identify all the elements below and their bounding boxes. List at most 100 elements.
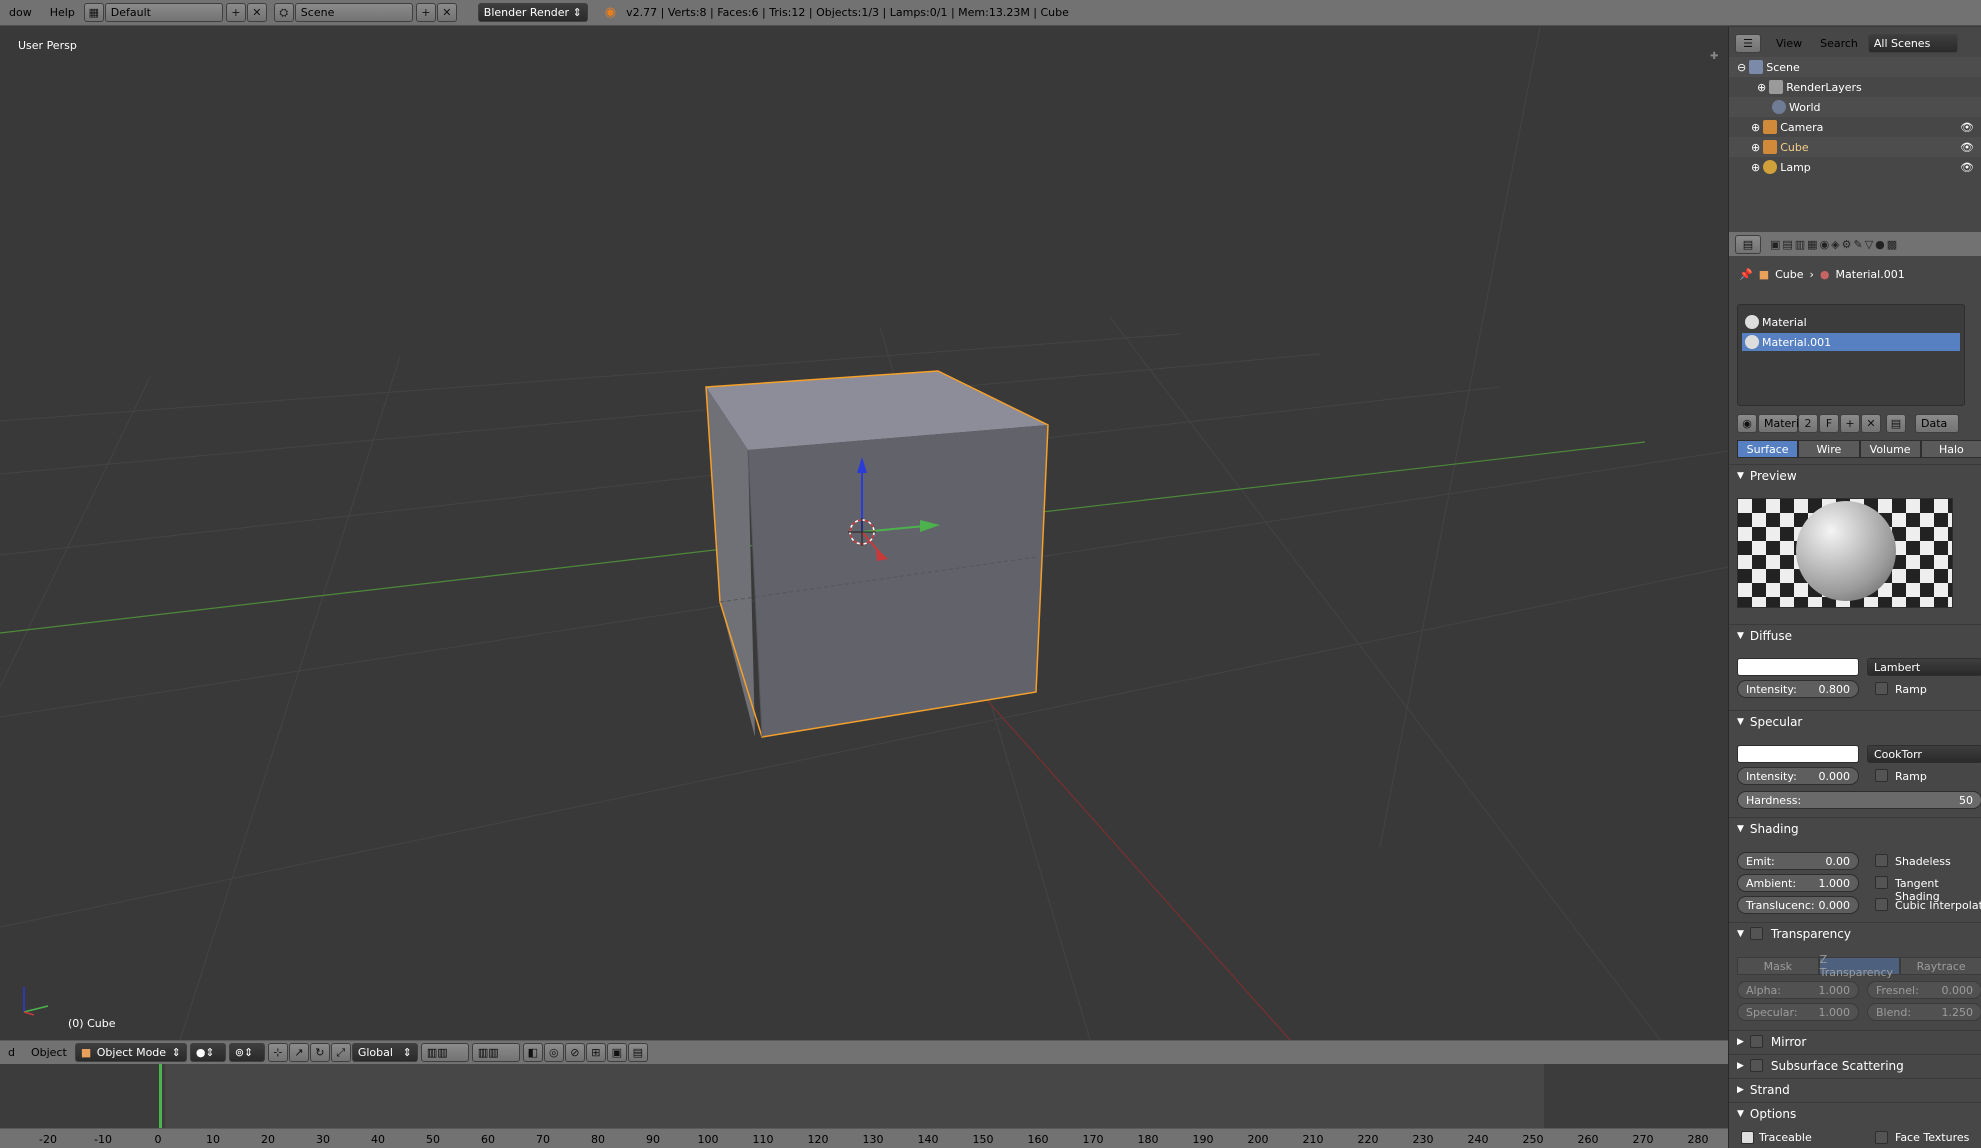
- menu-help[interactable]: Help: [41, 6, 84, 19]
- outliner-item-scene[interactable]: ⊖ Scene: [1729, 57, 1981, 77]
- panel-specular[interactable]: ▼ Specular: [1729, 710, 1981, 732]
- tangent-shading-checkbox[interactable]: [1875, 876, 1888, 889]
- specular-ramp-checkbox[interactable]: [1875, 769, 1888, 782]
- diffuse-shader-select[interactable]: Lambert: [1867, 658, 1981, 676]
- fake-user-toggle[interactable]: F: [1819, 414, 1839, 433]
- material-name-field[interactable]: Materi: [1758, 414, 1799, 433]
- shading-select[interactable]: ● ⇕: [189, 1043, 226, 1062]
- editor-type-icon[interactable]: ☰: [1735, 33, 1761, 53]
- panel-options[interactable]: ▼ Options: [1729, 1102, 1981, 1124]
- rotate-icon[interactable]: ↻: [309, 1043, 330, 1062]
- remove-layout-icon[interactable]: ✕: [246, 3, 267, 22]
- blend-slider[interactable]: Blend: 1.250: [1867, 1003, 1981, 1021]
- outliner-item-camera[interactable]: ⊕ Camera 👁: [1729, 117, 1981, 137]
- expand-icon[interactable]: ⊕: [1751, 141, 1760, 154]
- outliner-item-cube[interactable]: ⊕ Cube 👁: [1729, 137, 1981, 157]
- diffuse-color-swatch[interactable]: [1737, 658, 1859, 676]
- timeline-editor[interactable]: -20 -10 0 10 20 30 40 50 60 70 80 90 100 110 120 130 140…: [0, 1064, 1728, 1148]
- hardness-slider[interactable]: Hardness: 50: [1737, 791, 1981, 809]
- orientation-select[interactable]: Global ⇕: [351, 1043, 418, 1062]
- browse-material-icon[interactable]: ◉: [1737, 414, 1757, 433]
- render-anim-icon[interactable]: ▤: [627, 1043, 648, 1062]
- mode-raytrace[interactable]: Raytrace: [1900, 957, 1981, 975]
- outliner-item-lamp[interactable]: ⊕ Lamp 👁: [1729, 157, 1981, 177]
- lock-layers-icon[interactable]: ◧: [522, 1043, 543, 1062]
- emit-slider[interactable]: Emit: 0.00: [1737, 852, 1859, 870]
- scene-icon[interactable]: ⛭: [273, 3, 294, 22]
- specular-shader-select[interactable]: CookTorr: [1867, 745, 1981, 763]
- panel-strand[interactable]: ▶ Strand: [1729, 1078, 1981, 1100]
- outliner-filter-select[interactable]: All Scenes: [1867, 33, 1958, 53]
- render-engine-select[interactable]: Blender Render ⇕: [477, 3, 588, 22]
- 3d-viewport[interactable]: User Persp (0) Cube ✚: [0, 27, 1728, 1040]
- panel-shading[interactable]: ▼ Shading: [1729, 817, 1981, 839]
- eye-icon[interactable]: 👁: [1960, 141, 1974, 154]
- menu-add[interactable]: d: [0, 1046, 23, 1059]
- panel-diffuse[interactable]: ▼ Diffuse: [1729, 624, 1981, 646]
- panel-sss[interactable]: ▶ Subsurface Scattering: [1729, 1054, 1981, 1076]
- layers-block-1[interactable]: ▥▥: [420, 1043, 469, 1062]
- snap-toggle-icon[interactable]: ⊘: [564, 1043, 585, 1062]
- outliner-item-world[interactable]: World: [1729, 97, 1981, 117]
- frame-ruler[interactable]: -20 -10 0 10 20 30 40 50 60 70 80 90 100 110 120 130 140…: [0, 1128, 1728, 1148]
- pivot-select[interactable]: ⊚ ⇕: [228, 1043, 265, 1062]
- screen-layout-icon[interactable]: ▦: [83, 3, 104, 22]
- alpha-slider[interactable]: Alpha: 1.000: [1737, 981, 1859, 999]
- expand-icon[interactable]: ⊖: [1737, 61, 1746, 74]
- mode-z-transparency[interactable]: Z Transparency: [1818, 953, 1901, 979]
- editor-type-icon[interactable]: ▤: [1735, 234, 1761, 254]
- outliner-view-menu[interactable]: View: [1776, 37, 1802, 50]
- cubic-interpolation-checkbox[interactable]: [1875, 898, 1888, 911]
- current-frame-cursor[interactable]: [159, 1064, 162, 1128]
- manipulator-toggle-icon[interactable]: ⊹: [267, 1043, 288, 1062]
- link-type-icon[interactable]: ▤: [1886, 414, 1906, 433]
- outliner-search-menu[interactable]: Search: [1820, 37, 1858, 50]
- snap-element-icon[interactable]: ⊞: [585, 1043, 606, 1062]
- fresnel-slider[interactable]: Fresnel: 0.000: [1867, 981, 1981, 999]
- diffuse-ramp-checkbox[interactable]: [1875, 682, 1888, 695]
- pin-icon[interactable]: 📌: [1739, 268, 1753, 281]
- diffuse-intensity-slider[interactable]: Intensity: 0.800: [1737, 680, 1859, 698]
- add-material-icon[interactable]: +: [1840, 414, 1860, 433]
- material-slot-list[interactable]: Material Material.001: [1737, 304, 1965, 406]
- region-expand-icon[interactable]: ✚: [1710, 51, 1718, 62]
- menu-window[interactable]: dow: [0, 6, 41, 19]
- add-layout-icon[interactable]: +: [225, 3, 246, 22]
- mode-select[interactable]: ■ Object Mode ⇕: [74, 1043, 187, 1062]
- proportional-edit-icon[interactable]: ◎: [543, 1043, 564, 1062]
- mode-mask[interactable]: Mask: [1737, 957, 1819, 975]
- users-count[interactable]: 2: [1798, 414, 1818, 433]
- specular-intensity-slider[interactable]: Intensity: 0.000: [1737, 767, 1859, 785]
- expand-icon[interactable]: ⊕: [1751, 161, 1760, 174]
- scale-icon[interactable]: ⤢: [330, 1043, 351, 1062]
- specular-color-swatch[interactable]: [1737, 745, 1859, 763]
- tab-wire[interactable]: Wire: [1798, 440, 1860, 458]
- panel-transparency[interactable]: ▼ Transparency: [1729, 922, 1981, 944]
- transparency-specular-slider[interactable]: Specular: 1.000: [1737, 1003, 1859, 1021]
- outliner[interactable]: ☰ View Search All Scenes ⊖ Scene ⊕ RenderL…: [1728, 27, 1981, 232]
- opengl-render-icon[interactable]: ▣: [606, 1043, 627, 1062]
- sss-checkbox[interactable]: [1749, 1059, 1763, 1072]
- traceable-checkbox[interactable]: [1741, 1131, 1754, 1144]
- tab-surface[interactable]: Surface: [1737, 440, 1799, 458]
- shadeless-checkbox[interactable]: [1875, 854, 1888, 867]
- translate-icon[interactable]: ↗: [288, 1043, 309, 1062]
- layers-block-2[interactable]: ▥▥: [471, 1043, 520, 1062]
- eye-icon[interactable]: 👁: [1960, 121, 1974, 134]
- context-tabs-icons[interactable]: ▣▤▥▦◉◈⚙✎▽●▩: [1770, 238, 1899, 251]
- unlink-material-icon[interactable]: ✕: [1861, 414, 1881, 433]
- add-scene-icon[interactable]: +: [415, 3, 436, 22]
- scene-field[interactable]: Scene: [294, 3, 413, 22]
- outliner-item-renderlayers[interactable]: ⊕ RenderLayers: [1729, 77, 1981, 97]
- tab-halo[interactable]: Halo: [1920, 440, 1981, 458]
- material-slot-active[interactable]: Material.001: [1742, 333, 1960, 351]
- link-data-select[interactable]: Data: [1915, 414, 1959, 433]
- menu-object[interactable]: Object: [23, 1046, 75, 1059]
- panel-preview[interactable]: ▼ Preview: [1729, 464, 1981, 486]
- tab-volume[interactable]: Volume: [1859, 440, 1921, 458]
- panel-mirror[interactable]: ▶ Mirror: [1729, 1030, 1981, 1052]
- remove-scene-icon[interactable]: ✕: [436, 3, 457, 22]
- transparency-checkbox[interactable]: [1749, 927, 1763, 940]
- expand-icon[interactable]: ⊕: [1751, 121, 1760, 134]
- properties-editor[interactable]: ▤ ▣▤▥▦◉◈⚙✎▽●▩ 📌 ■ Cube › ● Material.001 …: [1728, 232, 1981, 1148]
